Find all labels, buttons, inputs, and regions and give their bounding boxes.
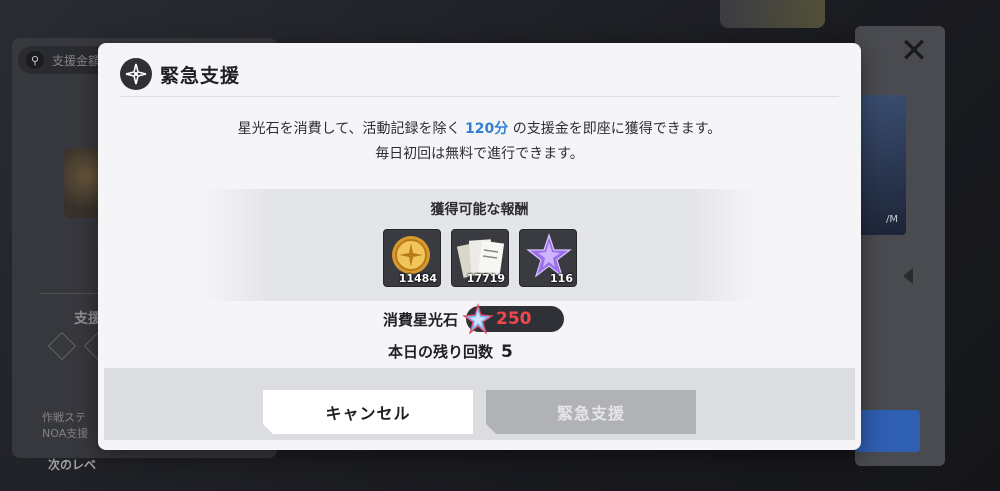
description-line-2: 毎日初回は無料で進行できます。 <box>375 146 584 162</box>
background-panel-description: 作戦ステ NOA支援 <box>42 411 89 440</box>
description-line-1: 星光石を消費して、活動記録を除く 120分 の支援金を即座に獲得できます。 <box>237 121 722 137</box>
emergency-support-button[interactable]: 緊急支援 <box>486 390 696 434</box>
background-right-panel <box>855 26 945 466</box>
compass-star-icon <box>120 58 152 90</box>
reward-item-reports[interactable]: 17719 <box>451 229 509 287</box>
cost-label: 消費星光石 <box>383 310 459 329</box>
reward-item-gold[interactable]: 11484 <box>383 229 441 287</box>
header-divider <box>120 96 839 97</box>
background-right-button <box>855 410 920 452</box>
reward-count: 17719 <box>466 272 505 285</box>
star-crystal-icon <box>462 303 494 335</box>
close-icon[interactable]: ✕ <box>898 34 930 68</box>
background-search-label: 支援金額 <box>52 53 101 68</box>
dialog-title: 緊急支援 <box>160 64 241 87</box>
remaining-value: 5 <box>501 342 513 362</box>
reward-count: 11484 <box>398 272 437 285</box>
remaining-label: 本日の残り回数 <box>388 343 494 361</box>
cancel-button[interactable]: キャンセル <box>263 390 473 434</box>
dialog-footer <box>104 368 855 440</box>
cost-value: 250 <box>496 309 532 329</box>
search-icon: ⚲ <box>26 51 44 69</box>
reward-count: 116 <box>550 272 573 285</box>
duration-highlight: 120分 <box>465 121 509 137</box>
background-arrow-icon <box>903 268 913 284</box>
emergency-support-dialog: 緊急支援 星光石を消費して、活動記録を除く 120分 の支援金を即座に獲得できま… <box>98 43 861 450</box>
remaining-row: 本日の残り回数 5 <box>388 341 513 362</box>
background-next-level-label: 次のレベ <box>48 458 97 472</box>
reward-item-crystal[interactable]: 116 <box>519 229 577 287</box>
dialog-header: 緊急支援 <box>120 57 240 91</box>
rewards-title: 獲得可能な報酬 <box>430 202 529 218</box>
background-character-banner <box>720 0 825 28</box>
cost-pill: 250 <box>462 303 565 335</box>
cost-row: 消費星光石 250 <box>383 303 565 335</box>
background-right-card: /M <box>858 95 906 235</box>
reward-items: 11484 17719 116 <box>383 229 577 287</box>
dialog-description: 星光石を消費して、活動記録を除く 120分 の支援金を即座に獲得できます。 毎日… <box>98 117 861 167</box>
